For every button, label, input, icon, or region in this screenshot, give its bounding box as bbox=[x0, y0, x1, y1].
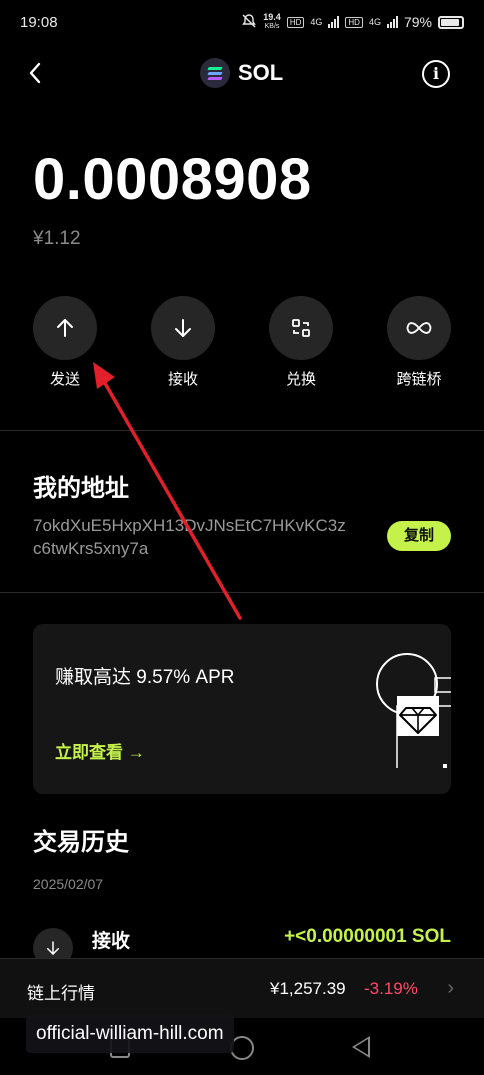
balance-fiat: ¥1.12 bbox=[33, 228, 81, 249]
arrow-down-icon bbox=[175, 319, 191, 337]
market-label: 链上行情 bbox=[27, 984, 95, 1003]
divider-2 bbox=[0, 592, 484, 593]
arrow-down-icon bbox=[47, 941, 59, 955]
history-section-title: 交易历史 bbox=[33, 829, 129, 856]
history-date: 2025/02/07 bbox=[33, 876, 104, 892]
swap-label: 兑换 bbox=[285, 371, 316, 388]
transaction-amount: +<0.00000001 SOL bbox=[284, 926, 451, 947]
arrow-up-icon bbox=[57, 319, 73, 337]
network-type-2: 4G bbox=[368, 17, 381, 27]
hd-badge-1: HD bbox=[286, 16, 305, 28]
title-group: SOL bbox=[200, 58, 283, 88]
send-button[interactable]: 发送 bbox=[25, 296, 105, 389]
send-label: 发送 bbox=[49, 371, 80, 388]
transaction-type: 接收 bbox=[92, 931, 131, 952]
market-price: ¥1,257.39 bbox=[270, 979, 346, 998]
balance-amount: 0.0008908 bbox=[33, 147, 312, 212]
watermark: official-william-hill.com bbox=[26, 1015, 234, 1053]
market-bar[interactable]: 链上行情 ¥1,257.39 -3.19% › bbox=[0, 958, 484, 1018]
diamond-illustration-icon bbox=[376, 653, 451, 768]
bridge-button[interactable]: 跨链桥 bbox=[379, 296, 459, 389]
header: SOL i bbox=[0, 50, 484, 100]
mute-icon bbox=[241, 13, 257, 32]
status-icons: 19.4 KB/s HD 4G HD 4G 79% bbox=[241, 13, 464, 32]
home-button[interactable] bbox=[230, 1036, 254, 1060]
status-bar: 19:08 19.4 KB/s HD 4G HD 4G 79% bbox=[0, 0, 484, 44]
battery-percent: 79% bbox=[403, 14, 432, 30]
hd-badge-2: HD bbox=[345, 16, 363, 28]
receive-button[interactable]: 接收 bbox=[143, 296, 223, 389]
chevron-right-icon: › bbox=[447, 977, 454, 999]
stake-apr-text: 赚取高达 9.57% APR bbox=[55, 667, 235, 688]
copy-address-button[interactable]: 复制 bbox=[387, 521, 451, 551]
info-button[interactable]: i bbox=[422, 60, 450, 88]
receive-label: 接收 bbox=[167, 371, 198, 388]
bridge-label: 跨链桥 bbox=[396, 371, 442, 388]
chevron-left-icon bbox=[29, 62, 41, 84]
system-back-button[interactable] bbox=[352, 1036, 370, 1058]
view-now-link[interactable]: 立即查看 → bbox=[55, 738, 145, 763]
signal-icon-2 bbox=[386, 16, 398, 28]
transaction-row[interactable]: 接收 +<0.00000001 SOL bbox=[33, 918, 451, 968]
status-time: 19:08 bbox=[20, 13, 58, 31]
wallet-address: 7okdXuE5HxpXH13DvJNsEtC7HKvKC3zc6twKrs5x… bbox=[33, 516, 346, 558]
swap-button[interactable]: 兑换 bbox=[261, 296, 341, 389]
network-type-1: 4G bbox=[310, 17, 323, 27]
signal-icon-1 bbox=[328, 16, 340, 28]
action-row: 发送 接收 兑换 跨链桥 bbox=[0, 296, 484, 396]
battery-icon bbox=[438, 15, 464, 29]
address-section-title: 我的地址 bbox=[33, 475, 129, 502]
divider-1 bbox=[0, 430, 484, 431]
swap-icon bbox=[292, 319, 310, 337]
page-title: SOL bbox=[238, 60, 284, 85]
info-icon: i bbox=[432, 64, 440, 83]
net-speed: 19.4 KB/s bbox=[263, 12, 281, 31]
stake-promo-card[interactable]: 赚取高达 9.57% APR 立即查看 → bbox=[33, 624, 451, 794]
solana-logo-icon bbox=[200, 58, 230, 88]
bridge-icon bbox=[406, 322, 432, 334]
back-button[interactable] bbox=[28, 62, 50, 88]
market-change: -3.19% bbox=[364, 979, 418, 998]
